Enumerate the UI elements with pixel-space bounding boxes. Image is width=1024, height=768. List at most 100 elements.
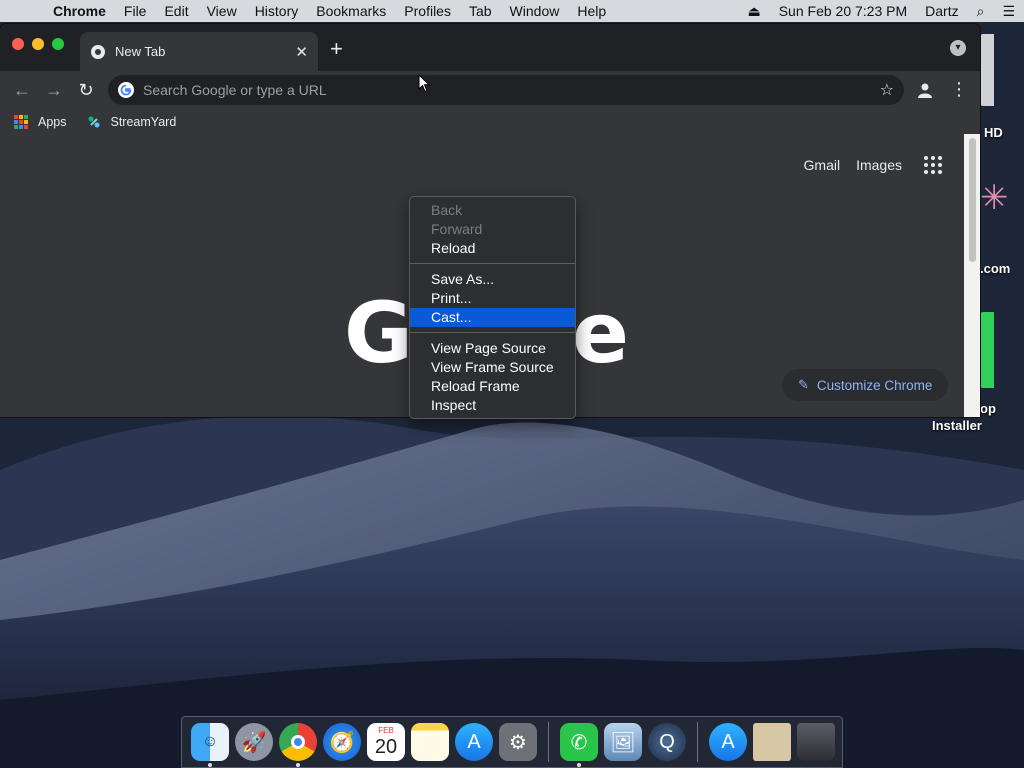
ctx-view-page-source[interactable]: View Page Source bbox=[410, 339, 575, 358]
bookmarks-bar: Apps StreamYard bbox=[0, 109, 980, 135]
menu-tab[interactable]: Tab bbox=[460, 3, 501, 19]
trash-icon[interactable] bbox=[797, 723, 835, 761]
google-g-icon bbox=[118, 82, 134, 98]
bookmark-streamyard-label: StreamYard bbox=[110, 114, 177, 129]
image-file-icon[interactable] bbox=[753, 723, 791, 761]
bookmark-apps-label: Apps bbox=[38, 114, 67, 129]
finder-face-icon: ☺ bbox=[201, 733, 219, 750]
calendar-day: 20 bbox=[374, 736, 398, 758]
desktop-label-installer: Installer bbox=[932, 418, 982, 433]
minimize-window-button[interactable] bbox=[32, 38, 44, 50]
google-apps-icon[interactable] bbox=[924, 156, 942, 174]
notes-icon[interactable] bbox=[411, 723, 449, 761]
desktop-icon-web[interactable]: ✳ bbox=[980, 178, 1009, 228]
ctx-separator bbox=[410, 332, 575, 333]
menubar-clock[interactable]: Sun Feb 20 7:23 PM bbox=[770, 3, 916, 19]
desktop-icon-installer[interactable] bbox=[980, 312, 994, 388]
google-logo-left: G bbox=[344, 284, 413, 382]
ctx-view-frame-source[interactable]: View Frame Source bbox=[410, 358, 575, 377]
running-indicator bbox=[577, 763, 581, 767]
streamyard-icon bbox=[88, 116, 99, 127]
ctx-back[interactable]: Back bbox=[410, 201, 575, 220]
desktop-icon-hd[interactable] bbox=[980, 34, 994, 106]
page-scrollbar[interactable] bbox=[964, 134, 980, 417]
system-preferences-icon[interactable]: ⚙ bbox=[499, 723, 537, 761]
menu-help[interactable]: Help bbox=[568, 3, 615, 19]
customize-chrome-button[interactable]: ✎ Customize Chrome bbox=[782, 369, 948, 401]
calendar-month: FEB bbox=[378, 726, 394, 735]
quicktime-icon[interactable]: Q bbox=[648, 723, 686, 761]
omnibox[interactable]: Search Google or type a URL ☆ bbox=[108, 75, 904, 105]
back-arrow-icon[interactable]: ← bbox=[6, 80, 38, 101]
launchpad-icon[interactable]: 🚀 bbox=[235, 723, 273, 761]
menu-edit[interactable]: Edit bbox=[155, 3, 197, 19]
running-indicator bbox=[296, 763, 300, 767]
close-window-button[interactable] bbox=[12, 38, 24, 50]
ctx-inspect[interactable]: Inspect bbox=[410, 396, 575, 415]
desktop-label-com: .com bbox=[980, 261, 1011, 276]
menu-bar: Chrome File Edit View History Bookmarks … bbox=[0, 0, 1024, 22]
notification-center-icon[interactable]: ☰ bbox=[993, 3, 1024, 20]
tab-strip: New Tab ✕ + ▾ bbox=[0, 24, 980, 71]
menu-profiles[interactable]: Profiles bbox=[395, 3, 460, 19]
menu-history[interactable]: History bbox=[246, 3, 308, 19]
tab-close-icon[interactable]: ✕ bbox=[295, 43, 308, 61]
tab-title: New Tab bbox=[115, 44, 166, 59]
gmail-link[interactable]: Gmail bbox=[804, 157, 841, 173]
ctx-forward[interactable]: Forward bbox=[410, 220, 575, 239]
window-controls bbox=[12, 38, 64, 50]
menubar-user[interactable]: Dartz bbox=[916, 3, 967, 19]
bookmark-streamyard[interactable]: StreamYard bbox=[87, 114, 177, 129]
app-store-icon[interactable]: A bbox=[455, 723, 493, 761]
omnibox-placeholder: Search Google or type a URL bbox=[143, 82, 327, 98]
dock-separator bbox=[697, 722, 698, 762]
ctx-cast[interactable]: Cast... bbox=[410, 308, 575, 327]
menu-bookmarks[interactable]: Bookmarks bbox=[307, 3, 395, 19]
dock-separator bbox=[548, 722, 549, 762]
running-indicator bbox=[208, 763, 212, 767]
preview-icon[interactable]: 🖼 bbox=[604, 723, 642, 761]
eject-icon[interactable]: ⏏ bbox=[738, 3, 769, 20]
bookmark-apps[interactable]: Apps bbox=[14, 114, 67, 129]
zoom-window-button[interactable] bbox=[52, 38, 64, 50]
tab-search-icon[interactable]: ▾ bbox=[950, 40, 966, 56]
app-store-downloads-icon[interactable]: A bbox=[709, 723, 747, 761]
chrome-center-icon bbox=[291, 735, 305, 749]
chrome-icon[interactable] bbox=[279, 723, 317, 767]
desktop-label-op: op bbox=[980, 401, 996, 416]
menu-view[interactable]: View bbox=[198, 3, 246, 19]
chrome-tab-icon bbox=[91, 44, 105, 59]
pencil-icon: ✎ bbox=[798, 377, 809, 392]
new-tab-button[interactable]: + bbox=[330, 36, 343, 62]
forward-arrow-icon[interactable]: → bbox=[38, 80, 70, 101]
ctx-print[interactable]: Print... bbox=[410, 289, 575, 308]
context-menu: Back Forward Reload Save As... Print... … bbox=[409, 196, 576, 419]
reload-icon[interactable]: ↻ bbox=[70, 80, 102, 101]
spotlight-search-icon[interactable]: ⌕ bbox=[968, 3, 994, 20]
calendar-icon[interactable]: FEB 20 bbox=[367, 723, 405, 761]
dock: ☺ 🚀 🧭 FEB 20 A ⚙ ✆ 🖼 Q A bbox=[181, 716, 843, 768]
apps-grid-icon bbox=[14, 114, 28, 129]
ctx-reload-frame[interactable]: Reload Frame bbox=[410, 377, 575, 396]
bookmark-star-icon[interactable]: ☆ bbox=[880, 80, 894, 100]
mouse-cursor-icon bbox=[418, 74, 430, 93]
ctx-save-as[interactable]: Save As... bbox=[410, 270, 575, 289]
ctx-separator bbox=[410, 263, 575, 264]
ctx-reload[interactable]: Reload bbox=[410, 239, 575, 258]
menu-chrome[interactable]: Chrome bbox=[44, 3, 115, 19]
scrollbar-thumb[interactable] bbox=[969, 138, 976, 262]
tab-new-tab[interactable]: New Tab ✕ bbox=[80, 32, 318, 71]
browser-toolbar: ← → ↻ Search Google or type a URL ☆ ⋮ bbox=[0, 71, 980, 109]
menu-file[interactable]: File bbox=[115, 3, 156, 19]
finder-icon[interactable]: ☺ bbox=[191, 723, 229, 767]
desktop-label-hd: HD bbox=[984, 125, 1003, 140]
customize-chrome-label: Customize Chrome bbox=[816, 377, 933, 393]
whatsapp-icon[interactable]: ✆ bbox=[560, 723, 598, 767]
menu-window[interactable]: Window bbox=[501, 3, 569, 19]
chrome-menu-icon[interactable]: ⋮ bbox=[950, 79, 968, 99]
google-logo-right: e bbox=[572, 284, 629, 382]
profile-avatar-icon[interactable] bbox=[916, 81, 934, 99]
safari-icon[interactable]: 🧭 bbox=[323, 723, 361, 761]
images-link[interactable]: Images bbox=[856, 157, 902, 173]
google-top-links: Gmail Images bbox=[788, 156, 942, 174]
